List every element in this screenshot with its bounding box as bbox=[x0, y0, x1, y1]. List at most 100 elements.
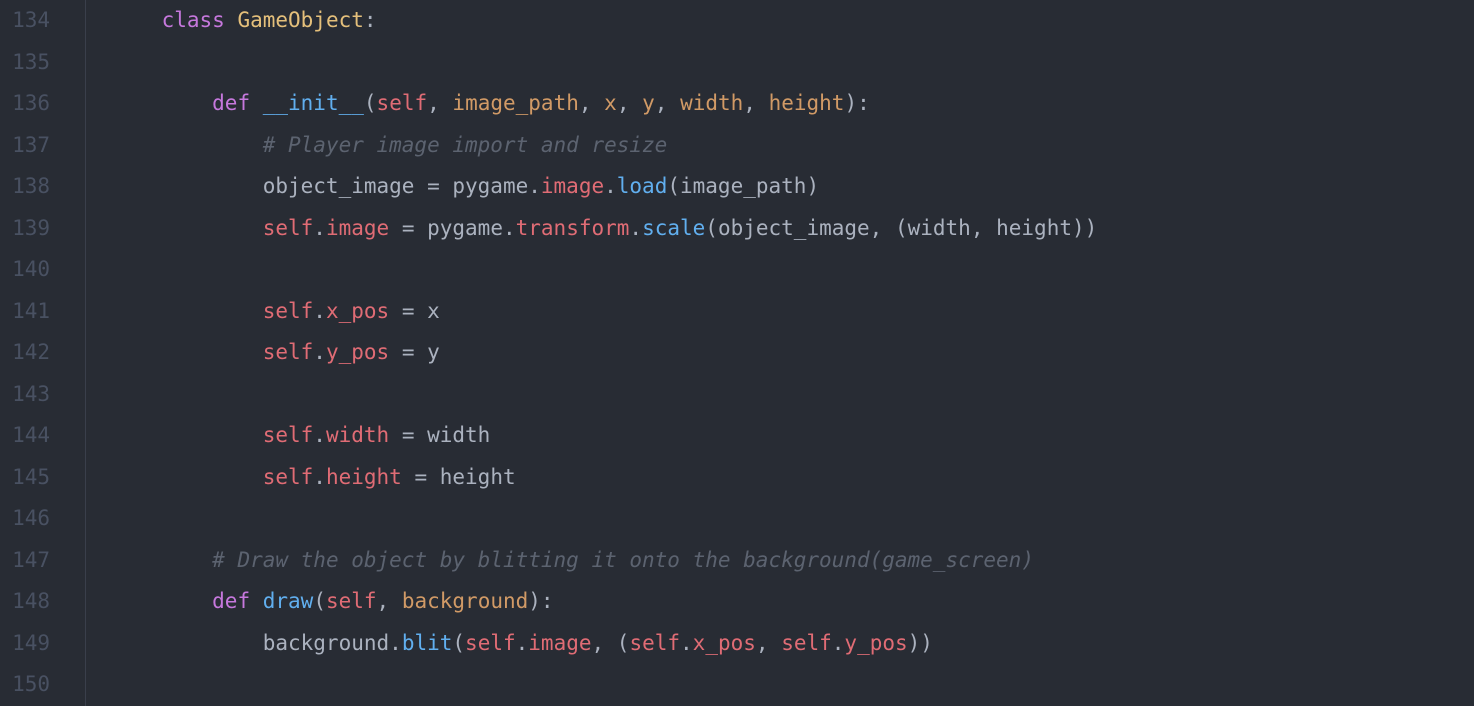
token-attr: transform bbox=[516, 216, 630, 240]
token-punct: . bbox=[516, 631, 529, 655]
code-area[interactable]: class GameObject: def __init__(self, ima… bbox=[85, 0, 1474, 706]
token-punct: . bbox=[389, 631, 402, 655]
line-number: 145 bbox=[0, 457, 50, 499]
token-funcname: draw bbox=[263, 589, 314, 613]
code-line[interactable]: class GameObject: bbox=[86, 0, 1474, 42]
token-attr: x_pos bbox=[693, 631, 756, 655]
token-param: width bbox=[680, 91, 743, 115]
token-punct: , bbox=[971, 216, 996, 240]
code-line[interactable]: def __init__(self, image_path, x, y, wid… bbox=[86, 83, 1474, 125]
token-comment: # Draw the object by blitting it onto th… bbox=[212, 548, 1034, 572]
indent bbox=[111, 423, 263, 447]
token-punct: , bbox=[655, 91, 680, 115]
code-line[interactable] bbox=[86, 374, 1474, 416]
token-self: self bbox=[263, 465, 314, 489]
token-keyword: def bbox=[212, 589, 263, 613]
token-punct: )) bbox=[1072, 216, 1097, 240]
token-punct: = bbox=[402, 465, 440, 489]
token-punct: . bbox=[629, 216, 642, 240]
token-punct: . bbox=[503, 216, 516, 240]
code-line[interactable] bbox=[86, 249, 1474, 291]
token-ident: width bbox=[908, 216, 971, 240]
token-punct: ) bbox=[806, 174, 819, 198]
token-keyword: def bbox=[212, 91, 263, 115]
token-punct: , bbox=[756, 631, 781, 655]
code-editor[interactable]: 1341351361371381391401411421431441451461… bbox=[0, 0, 1474, 706]
token-punct: )) bbox=[908, 631, 933, 655]
token-self: self bbox=[263, 299, 314, 323]
token-attr: height bbox=[326, 465, 402, 489]
code-line[interactable]: # Draw the object by blitting it onto th… bbox=[86, 540, 1474, 582]
line-number: 137 bbox=[0, 125, 50, 167]
token-keyword: class bbox=[162, 8, 238, 32]
indent bbox=[111, 174, 263, 198]
token-attr: y_pos bbox=[326, 340, 389, 364]
line-number: 147 bbox=[0, 540, 50, 582]
code-line[interactable]: self.width = width bbox=[86, 415, 1474, 457]
token-punct: ( bbox=[452, 631, 465, 655]
code-line[interactable]: self.height = height bbox=[86, 457, 1474, 499]
indent bbox=[111, 340, 263, 364]
token-ident: background bbox=[263, 631, 389, 655]
token-punct: . bbox=[313, 465, 326, 489]
line-number: 144 bbox=[0, 415, 50, 457]
code-line[interactable]: background.blit(self.image, (self.x_pos,… bbox=[86, 623, 1474, 665]
token-classname: GameObject bbox=[237, 8, 363, 32]
code-line[interactable]: object_image = pygame.image.load(image_p… bbox=[86, 166, 1474, 208]
token-ident: height bbox=[440, 465, 516, 489]
token-punct: , ( bbox=[870, 216, 908, 240]
token-self: self bbox=[377, 91, 428, 115]
line-number: 136 bbox=[0, 83, 50, 125]
indent bbox=[111, 589, 212, 613]
indent bbox=[111, 216, 263, 240]
token-param: background bbox=[402, 589, 528, 613]
code-line[interactable] bbox=[86, 498, 1474, 540]
token-self: self bbox=[781, 631, 832, 655]
code-line[interactable]: self.image = pygame.transform.scale(obje… bbox=[86, 208, 1474, 250]
line-number-gutter: 1341351361371381391401411421431441451461… bbox=[0, 0, 85, 706]
token-self: self bbox=[263, 340, 314, 364]
token-punct: . bbox=[313, 216, 326, 240]
code-line[interactable] bbox=[86, 42, 1474, 84]
token-ident: x bbox=[427, 299, 440, 323]
token-punct: = bbox=[389, 216, 427, 240]
token-self: self bbox=[263, 423, 314, 447]
line-number: 143 bbox=[0, 374, 50, 416]
code-line[interactable]: # Player image import and resize bbox=[86, 125, 1474, 167]
token-punct: . bbox=[313, 340, 326, 364]
token-attr: image bbox=[528, 631, 591, 655]
token-punct: ( bbox=[313, 589, 326, 613]
code-line[interactable]: self.x_pos = x bbox=[86, 291, 1474, 333]
code-line[interactable] bbox=[86, 664, 1474, 706]
token-punct: ( bbox=[705, 216, 718, 240]
token-attr: x_pos bbox=[326, 299, 389, 323]
token-punct: . bbox=[604, 174, 617, 198]
token-punct: . bbox=[528, 174, 541, 198]
line-number: 142 bbox=[0, 332, 50, 374]
token-punct: , bbox=[617, 91, 642, 115]
indent bbox=[111, 8, 162, 32]
token-punct: . bbox=[313, 423, 326, 447]
indent bbox=[111, 465, 263, 489]
code-line[interactable]: def draw(self, background): bbox=[86, 581, 1474, 623]
token-punct: , ( bbox=[592, 631, 630, 655]
token-self: self bbox=[465, 631, 516, 655]
indent bbox=[111, 133, 263, 157]
indent bbox=[111, 299, 263, 323]
token-punct: = bbox=[389, 340, 427, 364]
code-line[interactable]: self.y_pos = y bbox=[86, 332, 1474, 374]
token-attr: width bbox=[326, 423, 389, 447]
token-ident: object_image bbox=[718, 216, 870, 240]
token-ident: y bbox=[427, 340, 440, 364]
token-ident: pygame bbox=[452, 174, 528, 198]
token-comment: # Player image import and resize bbox=[263, 133, 668, 157]
token-param: x bbox=[604, 91, 617, 115]
token-funcname: blit bbox=[402, 631, 453, 655]
indent bbox=[111, 631, 263, 655]
token-ident: width bbox=[427, 423, 490, 447]
token-ident: pygame bbox=[427, 216, 503, 240]
token-ident: image_path bbox=[680, 174, 806, 198]
token-funcname: scale bbox=[642, 216, 705, 240]
token-param: y bbox=[642, 91, 655, 115]
token-punct: : bbox=[364, 8, 377, 32]
